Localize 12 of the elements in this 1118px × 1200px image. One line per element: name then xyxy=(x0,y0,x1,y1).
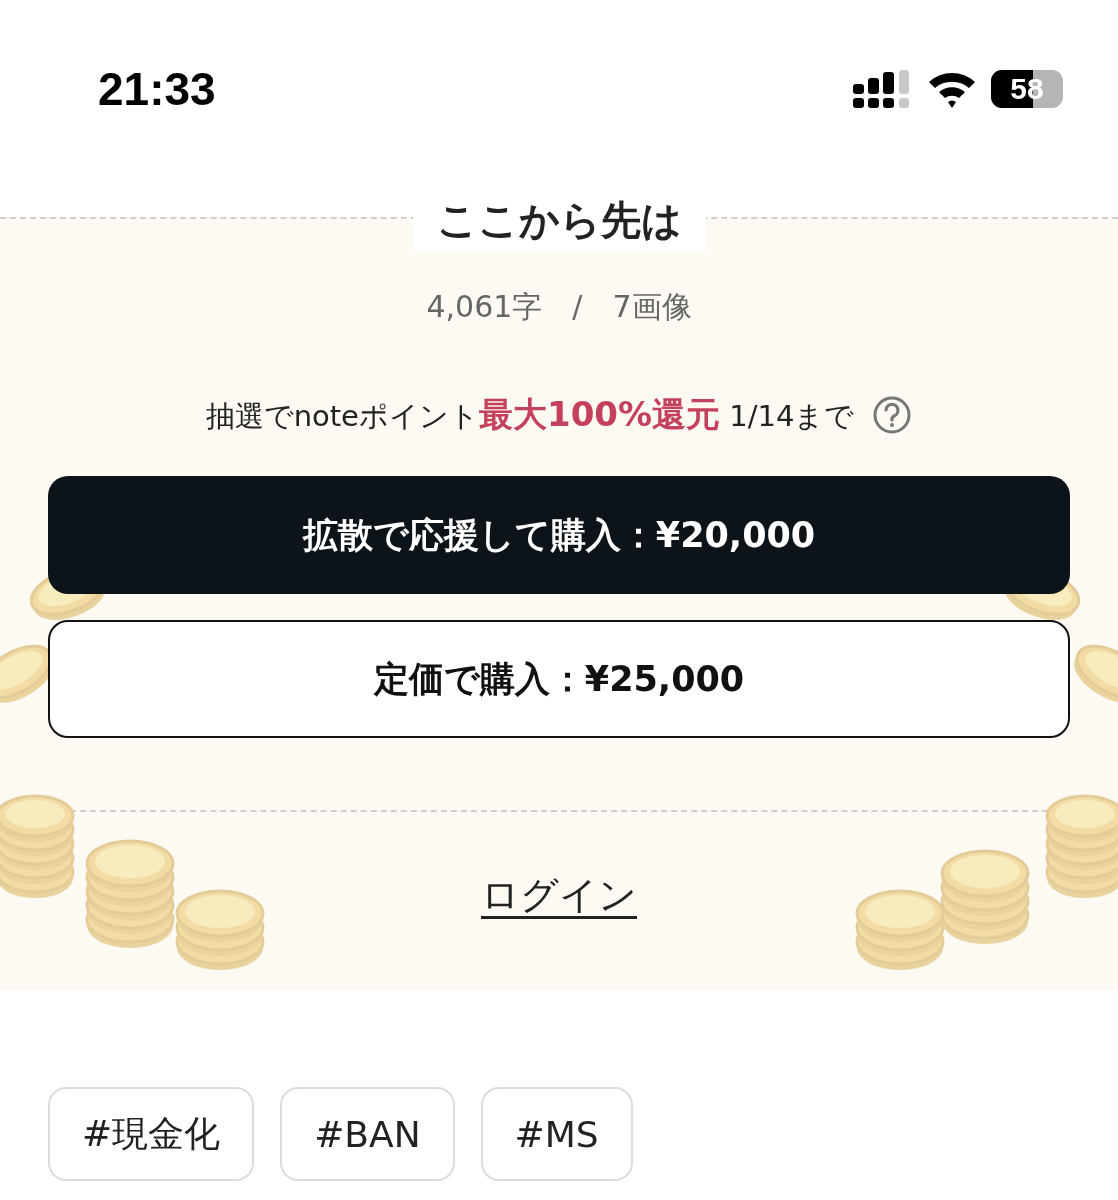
purchase-button[interactable]: 拡散で応援して購入：¥20,000 xyxy=(48,476,1070,594)
paywall-title: ここから先は xyxy=(436,196,682,245)
clock-time: 21:33 xyxy=(98,62,216,116)
hashtag-chip[interactable]: #MS xyxy=(480,1087,633,1181)
login-link[interactable]: ログイン xyxy=(481,870,637,921)
wifi-icon xyxy=(927,70,977,108)
hashtag-chip[interactable]: #現金化 xyxy=(48,1087,255,1181)
help-icon[interactable] xyxy=(872,395,913,435)
purchase-button[interactable]: 定価で購入：¥25,000 xyxy=(48,620,1070,738)
campaign-text: 抽選でnoteポイント最大100%還元 1/14まで xyxy=(205,393,855,436)
article-stats: 4,061字 / 7画像 xyxy=(426,288,692,326)
hashtag-chip[interactable]: #BAN xyxy=(280,1087,455,1181)
